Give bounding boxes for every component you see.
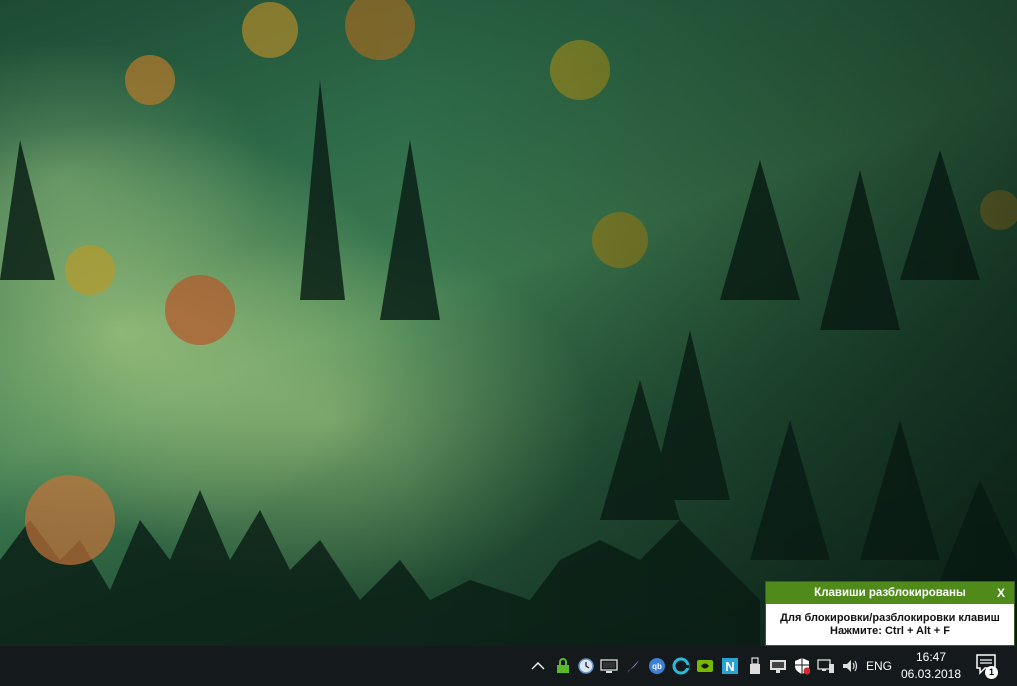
feather-icon[interactable] [623, 656, 643, 676]
svg-text:N: N [725, 659, 734, 674]
notification-line-2: Нажмите: Ctrl + Alt + F [830, 625, 950, 637]
notification-title: Клавиши разблокированы [814, 587, 966, 599]
keyboard-lock-notification: Клавиши разблокированы X Для блокировки/… [765, 581, 1015, 646]
security-shield-icon[interactable] [792, 656, 812, 676]
clock-icon[interactable] [576, 656, 596, 676]
usb-icon[interactable] [745, 656, 765, 676]
clock-time: 16:47 [915, 650, 947, 664]
volume-icon[interactable] [840, 656, 860, 676]
lock-icon[interactable] [553, 656, 573, 676]
edge-icon[interactable] [671, 656, 691, 676]
monitor-icon[interactable] [599, 656, 619, 676]
action-center-button[interactable]: 1 [970, 651, 1002, 681]
chevron-up-icon[interactable] [528, 656, 548, 676]
notification-header: Клавиши разблокированы X [766, 582, 1014, 604]
taskbar: qb N ENG 16:47 06.03.2018 1 [0, 646, 1017, 686]
notification-body: Для блокировки/разблокировки клавиш Нажм… [766, 604, 1014, 638]
forest-image [0, 0, 1017, 646]
clock-date: 06.03.2018 [900, 667, 962, 681]
display-icon[interactable] [768, 656, 788, 676]
notification-count-badge: 1 [985, 666, 998, 679]
n-app-icon[interactable]: N [720, 656, 740, 676]
clock[interactable]: 16:47 06.03.2018 [898, 649, 964, 683]
qbittorrent-icon[interactable]: qb [647, 656, 667, 676]
network-icon[interactable] [816, 656, 836, 676]
svg-text:qb: qb [652, 662, 662, 671]
language-indicator[interactable]: ENG [862, 646, 896, 686]
notification-line-1: Для блокировки/разблокировки клавиш [780, 612, 1000, 624]
nvidia-icon[interactable] [695, 656, 715, 676]
desktop-wallpaper [0, 0, 1017, 646]
close-button[interactable]: X [994, 582, 1008, 604]
